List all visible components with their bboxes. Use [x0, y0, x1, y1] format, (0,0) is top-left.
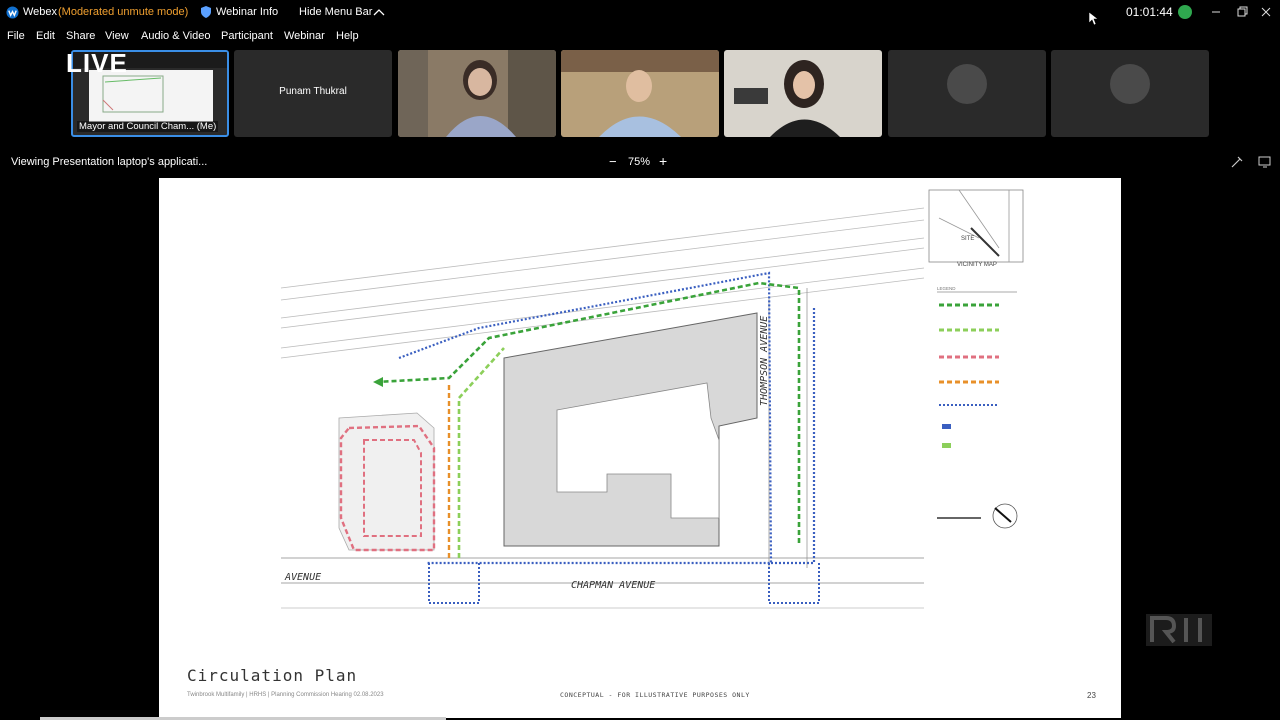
viewing-bar: Viewing Presentation laptop's applicati.… — [0, 152, 1280, 172]
participant-video-1[interactable] — [398, 50, 556, 137]
participant-video-2[interactable] — [561, 50, 719, 137]
channel-watermark-logo — [1146, 614, 1212, 646]
slide-footer-project: Twinbrook Multifamily | HRHS | Planning … — [187, 692, 384, 698]
app-name: Webex — [23, 6, 58, 18]
restore-icon[interactable] — [1234, 4, 1250, 20]
phone-icon — [947, 64, 987, 104]
unmute-mode-status: (Moderated unmute mode) — [58, 6, 189, 18]
street-label-chapman: CHAPMAN AVENUE — [571, 580, 656, 591]
hide-menu-bar-button[interactable]: Hide Menu Bar — [299, 6, 372, 18]
title-bar: Webex (Moderated unmute mode) Webinar In… — [0, 0, 1280, 26]
participant-name-punam: Punam Thukral — [279, 86, 347, 97]
street-label-avenue: AVENUE — [285, 572, 322, 583]
street-label-thompson: THOMPSON AVENUE — [759, 315, 770, 406]
webex-logo-icon — [6, 6, 19, 19]
north-arrow-icon — [994, 507, 1012, 523]
menu-help[interactable]: Help — [336, 30, 359, 42]
shared-presentation-slide: SITE VICINITY MAP LEGEND THOMPSON AVENUE… — [159, 178, 1121, 718]
participant-video-frame — [398, 50, 556, 137]
menu-share[interactable]: Share — [66, 30, 95, 42]
cursor-icon — [1089, 12, 1098, 26]
minimize-icon[interactable] — [1208, 4, 1224, 20]
site-plan-drawing — [280, 189, 1024, 609]
chevron-up-icon[interactable] — [373, 7, 385, 17]
close-icon[interactable] — [1258, 4, 1274, 20]
participant-tile-punam[interactable]: Punam Thukral — [234, 50, 392, 137]
popout-icon[interactable] — [1258, 155, 1272, 169]
meeting-timer: 01:01:44 — [1126, 5, 1173, 19]
vicinity-site-label: SITE — [961, 236, 975, 242]
annotate-icon[interactable] — [1230, 155, 1244, 169]
slide-page-number: 23 — [1087, 691, 1096, 700]
slide-footer-disclaimer: CONCEPTUAL - FOR ILLUSTRATIVE PURPOSES O… — [560, 691, 750, 699]
vicinity-map-title: VICINITY MAP — [957, 262, 997, 268]
participant-video-frame — [561, 50, 719, 137]
menu-bar: File Edit Share View Audio & Video Parti… — [0, 28, 1280, 46]
live-overlay: LIVE — [66, 48, 128, 78]
menu-audio-video[interactable]: Audio & Video — [141, 30, 211, 42]
participant-video-3[interactable] — [724, 50, 882, 137]
menu-participant[interactable]: Participant — [221, 30, 273, 42]
participant-video-frame — [724, 50, 882, 137]
legend-title: LEGEND — [937, 286, 956, 291]
network-status-icon[interactable] — [1178, 5, 1192, 19]
phone-icon — [1110, 64, 1150, 104]
zoom-level[interactable]: 75% — [628, 156, 650, 168]
menu-view[interactable]: View — [105, 30, 129, 42]
slide-title: Circulation Plan — [187, 666, 358, 685]
zoom-out-button[interactable]: − — [609, 154, 617, 169]
participant-name-me: Mayor and Council Cham... (Me) — [77, 121, 219, 132]
participant-audio-only-2[interactable] — [1051, 50, 1209, 137]
shield-icon — [201, 6, 211, 18]
zoom-in-button[interactable]: + — [659, 153, 667, 169]
participant-audio-only-1[interactable] — [888, 50, 1046, 137]
menu-webinar[interactable]: Webinar — [284, 30, 325, 42]
viewing-label: Viewing Presentation laptop's applicati.… — [11, 156, 208, 168]
webinar-info-button[interactable]: Webinar Info — [216, 6, 278, 18]
menu-file[interactable]: File — [7, 30, 25, 42]
menu-edit[interactable]: Edit — [36, 30, 55, 42]
